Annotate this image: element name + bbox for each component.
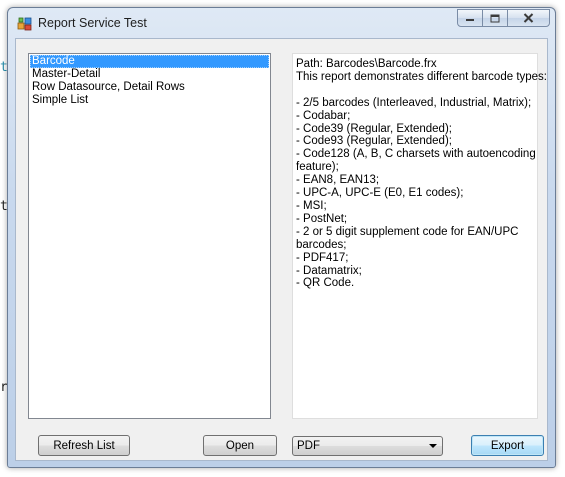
report-service-window: Report Service Test Barcode Master-Detai… bbox=[7, 7, 556, 468]
description-line: - PostNet; bbox=[296, 212, 348, 225]
maximize-icon bbox=[490, 14, 500, 22]
export-button[interactable]: Export bbox=[471, 435, 544, 456]
list-item[interactable]: Simple List bbox=[30, 94, 269, 107]
description-line: barcodes; bbox=[296, 238, 347, 251]
minimize-button[interactable] bbox=[457, 9, 483, 27]
list-item[interactable]: Master-Detail bbox=[30, 68, 269, 81]
description-line: - QR Code. bbox=[296, 277, 355, 290]
description-line: - Datamatrix; bbox=[296, 264, 362, 277]
description-path: Path: Barcodes\Barcode.frx bbox=[296, 58, 437, 70]
description-line: feature); bbox=[296, 161, 339, 174]
refresh-list-button[interactable]: Refresh List bbox=[38, 435, 130, 456]
description-line: - 2 or 5 digit supplement code for EAN/U… bbox=[296, 225, 519, 238]
open-button[interactable]: Open bbox=[203, 435, 277, 456]
description-line: - Code128 (A, B, C charsets with autoenc… bbox=[296, 148, 536, 161]
list-item[interactable]: Barcode bbox=[30, 55, 269, 68]
description-line: - PDF417; bbox=[296, 251, 349, 264]
title-bar[interactable]: Report Service Test bbox=[8, 8, 555, 38]
description-line: - Codabar; bbox=[296, 109, 351, 122]
caption-buttons bbox=[457, 9, 550, 28]
close-button[interactable] bbox=[507, 9, 550, 27]
export-format-select[interactable]: PDF bbox=[292, 436, 443, 456]
description-line: - Code39 (Regular, Extended); bbox=[296, 122, 452, 135]
description-line: - Code93 (Regular, Extended); bbox=[296, 135, 452, 148]
maximize-button[interactable] bbox=[482, 9, 508, 27]
description-line: This report demonstrates different barco… bbox=[296, 70, 548, 83]
description-line: - EAN8, EAN13; bbox=[296, 174, 380, 187]
list-item[interactable]: Row Datasource, Detail Rows bbox=[30, 81, 269, 94]
export-format-value: PDF bbox=[297, 440, 320, 452]
window-title: Report Service Test bbox=[38, 16, 147, 30]
description-line bbox=[296, 84, 535, 97]
report-app-icon[interactable] bbox=[17, 16, 33, 32]
description-line: - UPC-A, UPC-E (E0, E1 codes); bbox=[296, 187, 464, 200]
chevron-down-icon bbox=[429, 444, 437, 448]
description-line: - 2/5 barcodes (Interleaved, Industrial,… bbox=[296, 96, 532, 109]
client-area: Barcode Master-Detail Row Datasource, De… bbox=[15, 38, 548, 461]
report-listbox[interactable]: Barcode Master-Detail Row Datasource, De… bbox=[28, 53, 271, 419]
description-line: - MSI; bbox=[296, 199, 327, 212]
close-icon bbox=[523, 13, 534, 23]
report-description: Path: Barcodes\Barcode.frx This report d… bbox=[292, 53, 548, 419]
minimize-icon bbox=[466, 19, 474, 21]
